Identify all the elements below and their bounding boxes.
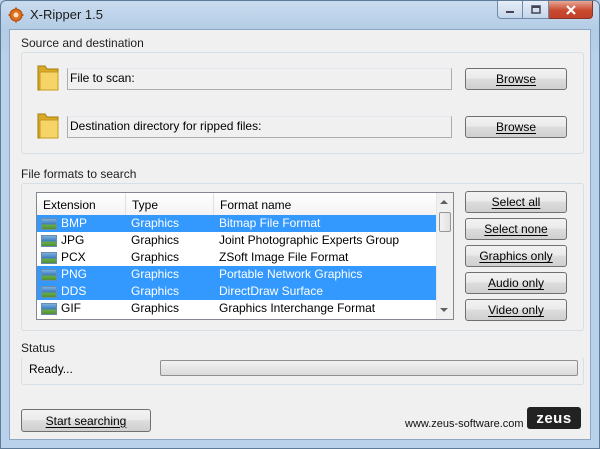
extension-text: BMP	[61, 216, 88, 230]
scroll-up-icon[interactable]	[440, 200, 448, 204]
client-area: Source and destination File to scan: Bro…	[9, 29, 591, 440]
scroll-thumb[interactable]	[439, 212, 451, 232]
type-cell: Graphics	[131, 301, 180, 315]
image-file-icon	[41, 234, 57, 247]
minimize-button[interactable]	[497, 1, 523, 19]
source-destination-label: Source and destination	[21, 36, 144, 50]
extension-cell: JPG	[37, 232, 126, 249]
browse-file-button[interactable]: Browse	[465, 68, 567, 90]
format-name-cell: Joint Photographic Experts Group	[219, 233, 400, 247]
image-file-icon	[41, 302, 57, 315]
extension-cell: GIF	[37, 300, 126, 317]
close-icon	[565, 4, 576, 15]
image-file-icon	[41, 268, 57, 281]
format-name-cell: Graphics Interchange Format	[219, 301, 376, 315]
extension-cell: PCX	[37, 249, 126, 266]
format-name-cell: Portable Network Graphics	[219, 267, 363, 281]
extension-cell: BMP	[37, 215, 126, 232]
status-label: Status	[21, 341, 56, 355]
start-searching-button[interactable]: Start searching	[21, 409, 151, 432]
title-bar[interactable]: X-Ripper 1.5	[1, 1, 599, 29]
destination-input[interactable]	[67, 116, 452, 138]
status-text: Ready...	[29, 362, 73, 376]
format-name-cell: ZSoft Image File Format	[219, 250, 349, 264]
type-cell: Graphics	[131, 216, 180, 230]
format-name-cell: DirectDraw Surface	[219, 284, 324, 298]
file-to-scan-input[interactable]	[67, 68, 452, 90]
select-all-button[interactable]: Select all	[465, 191, 567, 213]
table-row[interactable]: BMP Graphics Bitmap File Format	[37, 215, 437, 232]
extension-text: PNG	[61, 267, 88, 281]
table-row[interactable]: PCX Graphics ZSoft Image File Format	[37, 249, 437, 266]
folder-icon	[37, 65, 59, 91]
window-controls	[497, 1, 593, 20]
select-none-button[interactable]: Select none	[465, 218, 567, 240]
list-header: Extension Type Format name	[37, 193, 437, 216]
image-file-icon	[41, 285, 57, 298]
extension-text: GIF	[61, 301, 81, 315]
table-row[interactable]: PNG Graphics Portable Network Graphics	[37, 266, 437, 283]
folder-icon	[37, 113, 59, 139]
browse-destination-button[interactable]: Browse	[465, 116, 567, 138]
scroll-down-icon[interactable]	[440, 308, 448, 312]
audio-only-button[interactable]: Audio only	[465, 272, 567, 294]
table-row[interactable]: DDS Graphics DirectDraw Surface	[37, 283, 437, 300]
column-header-type[interactable]: Type	[126, 193, 214, 215]
extension-text: DDS	[61, 284, 87, 298]
maximize-button[interactable]	[523, 1, 549, 19]
progress-bar	[160, 360, 578, 376]
extension-text: PCX	[61, 250, 86, 264]
app-window: X-Ripper 1.5 Source and destination File…	[0, 0, 600, 449]
extension-text: JPG	[61, 233, 85, 247]
formats-list[interactable]: Extension Type Format name BMP Graphics Bi…	[36, 192, 454, 320]
window-title: X-Ripper 1.5	[30, 7, 103, 22]
website-link[interactable]: www.zeus-software.com	[405, 418, 524, 430]
zeus-logo: zeus	[527, 407, 581, 429]
minimize-icon	[506, 10, 514, 13]
column-header-format-name[interactable]: Format name	[214, 193, 437, 215]
image-file-icon	[41, 251, 57, 264]
video-only-button[interactable]: Video only	[465, 299, 567, 321]
type-cell: Graphics	[131, 267, 180, 281]
app-gear-icon	[8, 7, 24, 23]
extension-cell: DDS	[37, 283, 126, 300]
table-row[interactable]: JPG Graphics Joint Photographic Experts Gr…	[37, 232, 437, 249]
type-cell: Graphics	[131, 250, 180, 264]
graphics-only-button[interactable]: Graphics only	[465, 245, 567, 267]
file-formats-label: File formats to search	[21, 167, 137, 181]
table-row[interactable]: GIF Graphics Graphics Interchange Format	[37, 300, 437, 317]
list-rows: BMP Graphics Bitmap File Format JPG Graphics…	[37, 215, 437, 317]
list-scrollbar[interactable]	[436, 193, 453, 319]
extension-cell: PNG	[37, 266, 126, 283]
close-button[interactable]	[549, 1, 593, 19]
type-cell: Graphics	[131, 233, 180, 247]
image-file-icon	[41, 217, 57, 230]
column-header-extension[interactable]: Extension	[37, 193, 126, 215]
maximize-icon	[530, 5, 541, 14]
type-cell: Graphics	[131, 284, 180, 298]
format-name-cell: Bitmap File Format	[219, 216, 321, 230]
